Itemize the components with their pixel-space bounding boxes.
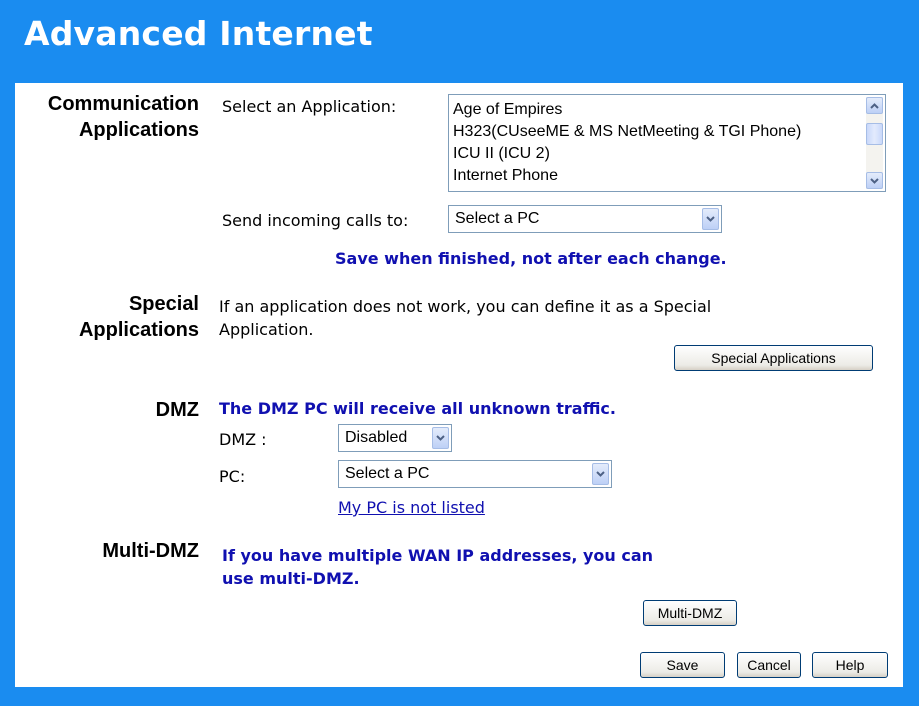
settings-panel: Communication Applications Select an App… xyxy=(15,83,903,687)
application-option[interactable]: ICU II (ICU 2) xyxy=(449,143,885,165)
application-listbox[interactable]: Age of Empires H323(CUseeME & MS NetMeet… xyxy=(448,94,886,192)
dropdown-button[interactable] xyxy=(432,427,449,449)
send-incoming-calls-value: Select a PC xyxy=(455,210,540,227)
cancel-button[interactable]: Cancel xyxy=(737,652,801,678)
select-application-label: Select an Application: xyxy=(222,97,397,116)
dmz-label: DMZ : xyxy=(219,430,267,449)
communication-applications-heading: Communication Applications xyxy=(48,91,199,143)
dmz-heading: DMZ xyxy=(155,399,199,421)
dmz-select-value: Disabled xyxy=(345,429,408,446)
help-button[interactable]: Help xyxy=(812,652,888,678)
special-applications-button[interactable]: Special Applications xyxy=(674,345,873,371)
application-listbox-scrollbar[interactable] xyxy=(866,97,883,189)
pc-label: PC: xyxy=(219,467,246,486)
chevron-down-icon xyxy=(870,177,879,184)
special-description-line1: If an application does not work, you can… xyxy=(219,297,712,316)
communication-heading-line1: Communication xyxy=(47,93,199,115)
dmz-pc-select-value: Select a PC xyxy=(345,465,430,482)
communication-heading-line2: Applications xyxy=(78,119,199,141)
multi-dmz-note-line2: use multi-DMZ. xyxy=(222,569,360,588)
chevron-down-icon xyxy=(706,216,715,222)
save-note: Save when finished, not after each chang… xyxy=(335,249,727,268)
save-button[interactable]: Save xyxy=(640,652,725,678)
dmz-note: The DMZ PC will receive all unknown traf… xyxy=(219,399,616,418)
application-option[interactable]: Age of Empires xyxy=(449,99,885,121)
special-description-line2: Application. xyxy=(219,320,314,339)
special-applications-description: If an application does not work, you can… xyxy=(219,295,711,341)
send-incoming-calls-select[interactable]: Select a PC xyxy=(448,205,722,233)
multi-dmz-heading: Multi-DMZ xyxy=(102,540,199,562)
send-incoming-calls-label: Send incoming calls to: xyxy=(222,211,409,230)
special-applications-heading: Special Applications xyxy=(79,291,199,343)
application-option[interactable]: Internet Phone xyxy=(449,165,885,187)
my-pc-not-listed-link[interactable]: My PC is not listed xyxy=(338,498,485,517)
scroll-up-button[interactable] xyxy=(866,97,883,114)
special-heading-line2: Applications xyxy=(78,319,199,341)
scroll-thumb[interactable] xyxy=(866,123,883,145)
chevron-down-icon xyxy=(596,471,605,477)
chevron-down-icon xyxy=(436,435,445,441)
dropdown-button[interactable] xyxy=(592,463,609,485)
multi-dmz-button[interactable]: Multi-DMZ xyxy=(643,600,737,626)
dmz-pc-select[interactable]: Select a PC xyxy=(338,460,612,488)
scroll-down-button[interactable] xyxy=(866,172,883,189)
application-option[interactable]: H323(CUseeME & MS NetMeeting & TGI Phone… xyxy=(449,121,885,143)
dmz-select[interactable]: Disabled xyxy=(338,424,452,452)
page-title: Advanced Internet xyxy=(24,14,373,53)
chevron-up-icon xyxy=(870,102,879,109)
special-heading-line1: Special xyxy=(128,293,199,315)
dropdown-button[interactable] xyxy=(702,208,719,230)
multi-dmz-note: If you have multiple WAN IP addresses, y… xyxy=(222,544,653,590)
multi-dmz-note-line1: If you have multiple WAN IP addresses, y… xyxy=(222,546,654,565)
